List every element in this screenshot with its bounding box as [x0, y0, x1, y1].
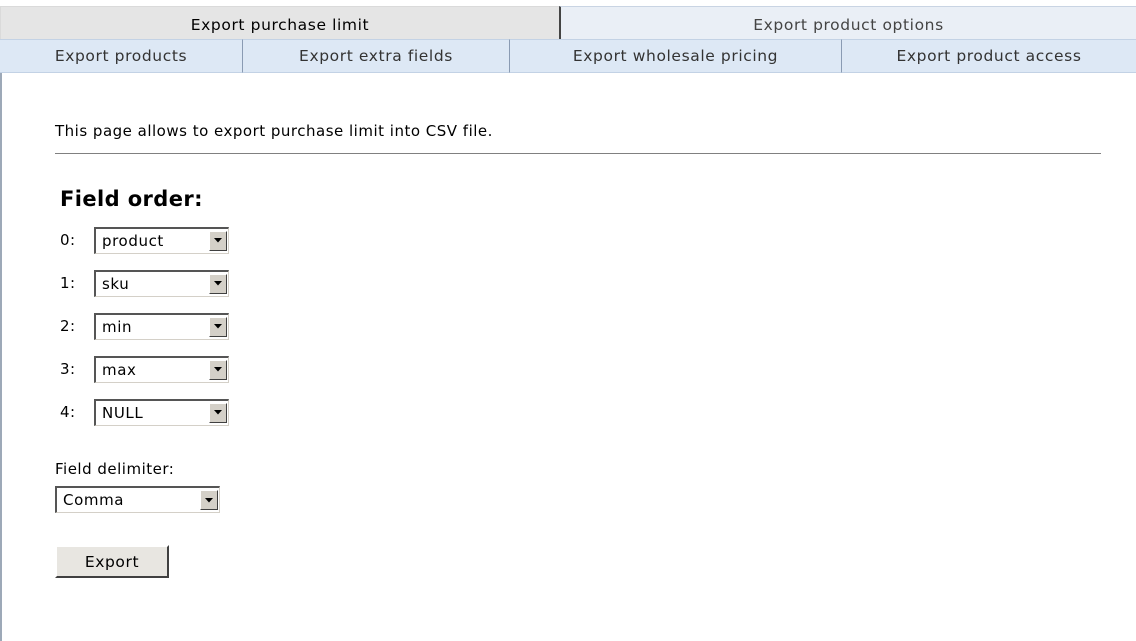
tab-export-wholesale-pricing[interactable]: Export wholesale pricing	[509, 39, 841, 73]
field-order-heading: Field order:	[60, 187, 203, 211]
field-index-label: 0:	[60, 231, 76, 249]
field-delimiter-select[interactable]: Comma	[55, 486, 220, 513]
chevron-down-icon[interactable]	[209, 273, 227, 294]
chevron-down-icon[interactable]	[209, 402, 227, 423]
field-order-row: 4: NULL	[60, 398, 229, 426]
divider	[55, 153, 1101, 154]
page-description: This page allows to export purchase limi…	[55, 122, 493, 140]
tab-export-purchase-limit[interactable]: Export purchase limit	[0, 6, 559, 39]
field-order-row: 1: sku	[60, 269, 229, 297]
field-1-select[interactable]: sku	[94, 269, 229, 297]
select-value: max	[102, 360, 137, 379]
export-button[interactable]: Export	[55, 545, 169, 578]
chevron-down-icon[interactable]	[209, 359, 227, 380]
field-index-label: 4:	[60, 403, 76, 421]
select-value: min	[102, 317, 133, 336]
field-order-row: 0: product	[60, 226, 229, 254]
field-index-label: 1:	[60, 274, 76, 292]
select-value: NULL	[102, 403, 144, 422]
field-delimiter-label: Field delimiter:	[55, 460, 175, 478]
select-value: product	[102, 231, 164, 250]
tab-export-product-access[interactable]: Export product access	[841, 39, 1136, 73]
chevron-down-icon[interactable]	[200, 490, 218, 510]
field-index-label: 3:	[60, 360, 76, 378]
field-4-select[interactable]: NULL	[94, 398, 229, 426]
field-order-row: 3: max	[60, 355, 229, 383]
field-index-label: 2:	[60, 317, 76, 335]
export-page: Export purchase limit Export product opt…	[0, 0, 1136, 641]
primary-tab-bar: Export purchase limit Export product opt…	[0, 6, 1136, 39]
field-2-select[interactable]: min	[94, 312, 229, 340]
select-value: sku	[102, 274, 130, 293]
chevron-down-icon[interactable]	[209, 230, 227, 251]
tab-export-extra-fields[interactable]: Export extra fields	[242, 39, 509, 73]
tab-export-products[interactable]: Export products	[0, 39, 242, 73]
select-value: Comma	[63, 491, 125, 509]
chevron-down-icon[interactable]	[209, 316, 227, 337]
field-0-select[interactable]: product	[94, 226, 229, 254]
field-order-row: 2: min	[60, 312, 229, 340]
tab-export-product-options[interactable]: Export product options	[559, 6, 1136, 39]
secondary-tab-bar: Export products Export extra fields Expo…	[0, 39, 1136, 73]
content-panel: This page allows to export purchase limi…	[0, 73, 1136, 641]
field-3-select[interactable]: max	[94, 355, 229, 383]
